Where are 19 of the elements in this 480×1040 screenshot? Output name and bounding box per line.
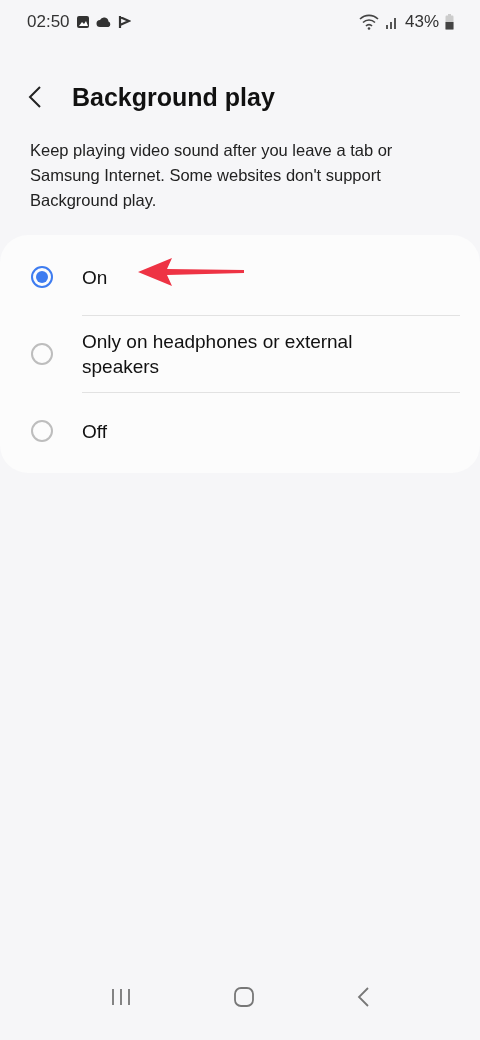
back-nav-button[interactable] <box>355 986 370 1008</box>
radio-button[interactable] <box>31 266 53 288</box>
page-title: Background play <box>72 82 275 112</box>
wifi-icon <box>358 14 379 30</box>
flag-icon <box>117 15 131 29</box>
recent-apps-button[interactable] <box>110 987 133 1007</box>
home-button[interactable] <box>233 986 255 1008</box>
signal-icon <box>384 15 399 29</box>
option-label[interactable]: Only on headphones or external speakers <box>82 329 460 379</box>
option-label[interactable]: On <box>82 264 148 290</box>
gallery-icon <box>75 15 90 29</box>
battery-icon <box>445 14 454 30</box>
radio-button[interactable] <box>31 420 53 442</box>
option-label[interactable]: Off <box>82 418 147 444</box>
radio-button[interactable] <box>31 343 53 365</box>
cloud-icon <box>95 16 112 28</box>
status-time: 02:50 <box>27 12 70 32</box>
battery-percentage: 43% <box>404 12 439 32</box>
description-text: Keep playing video sound after you leave a tab or Samsung Internet. Some websites don't support Background play. <box>30 140 394 211</box>
